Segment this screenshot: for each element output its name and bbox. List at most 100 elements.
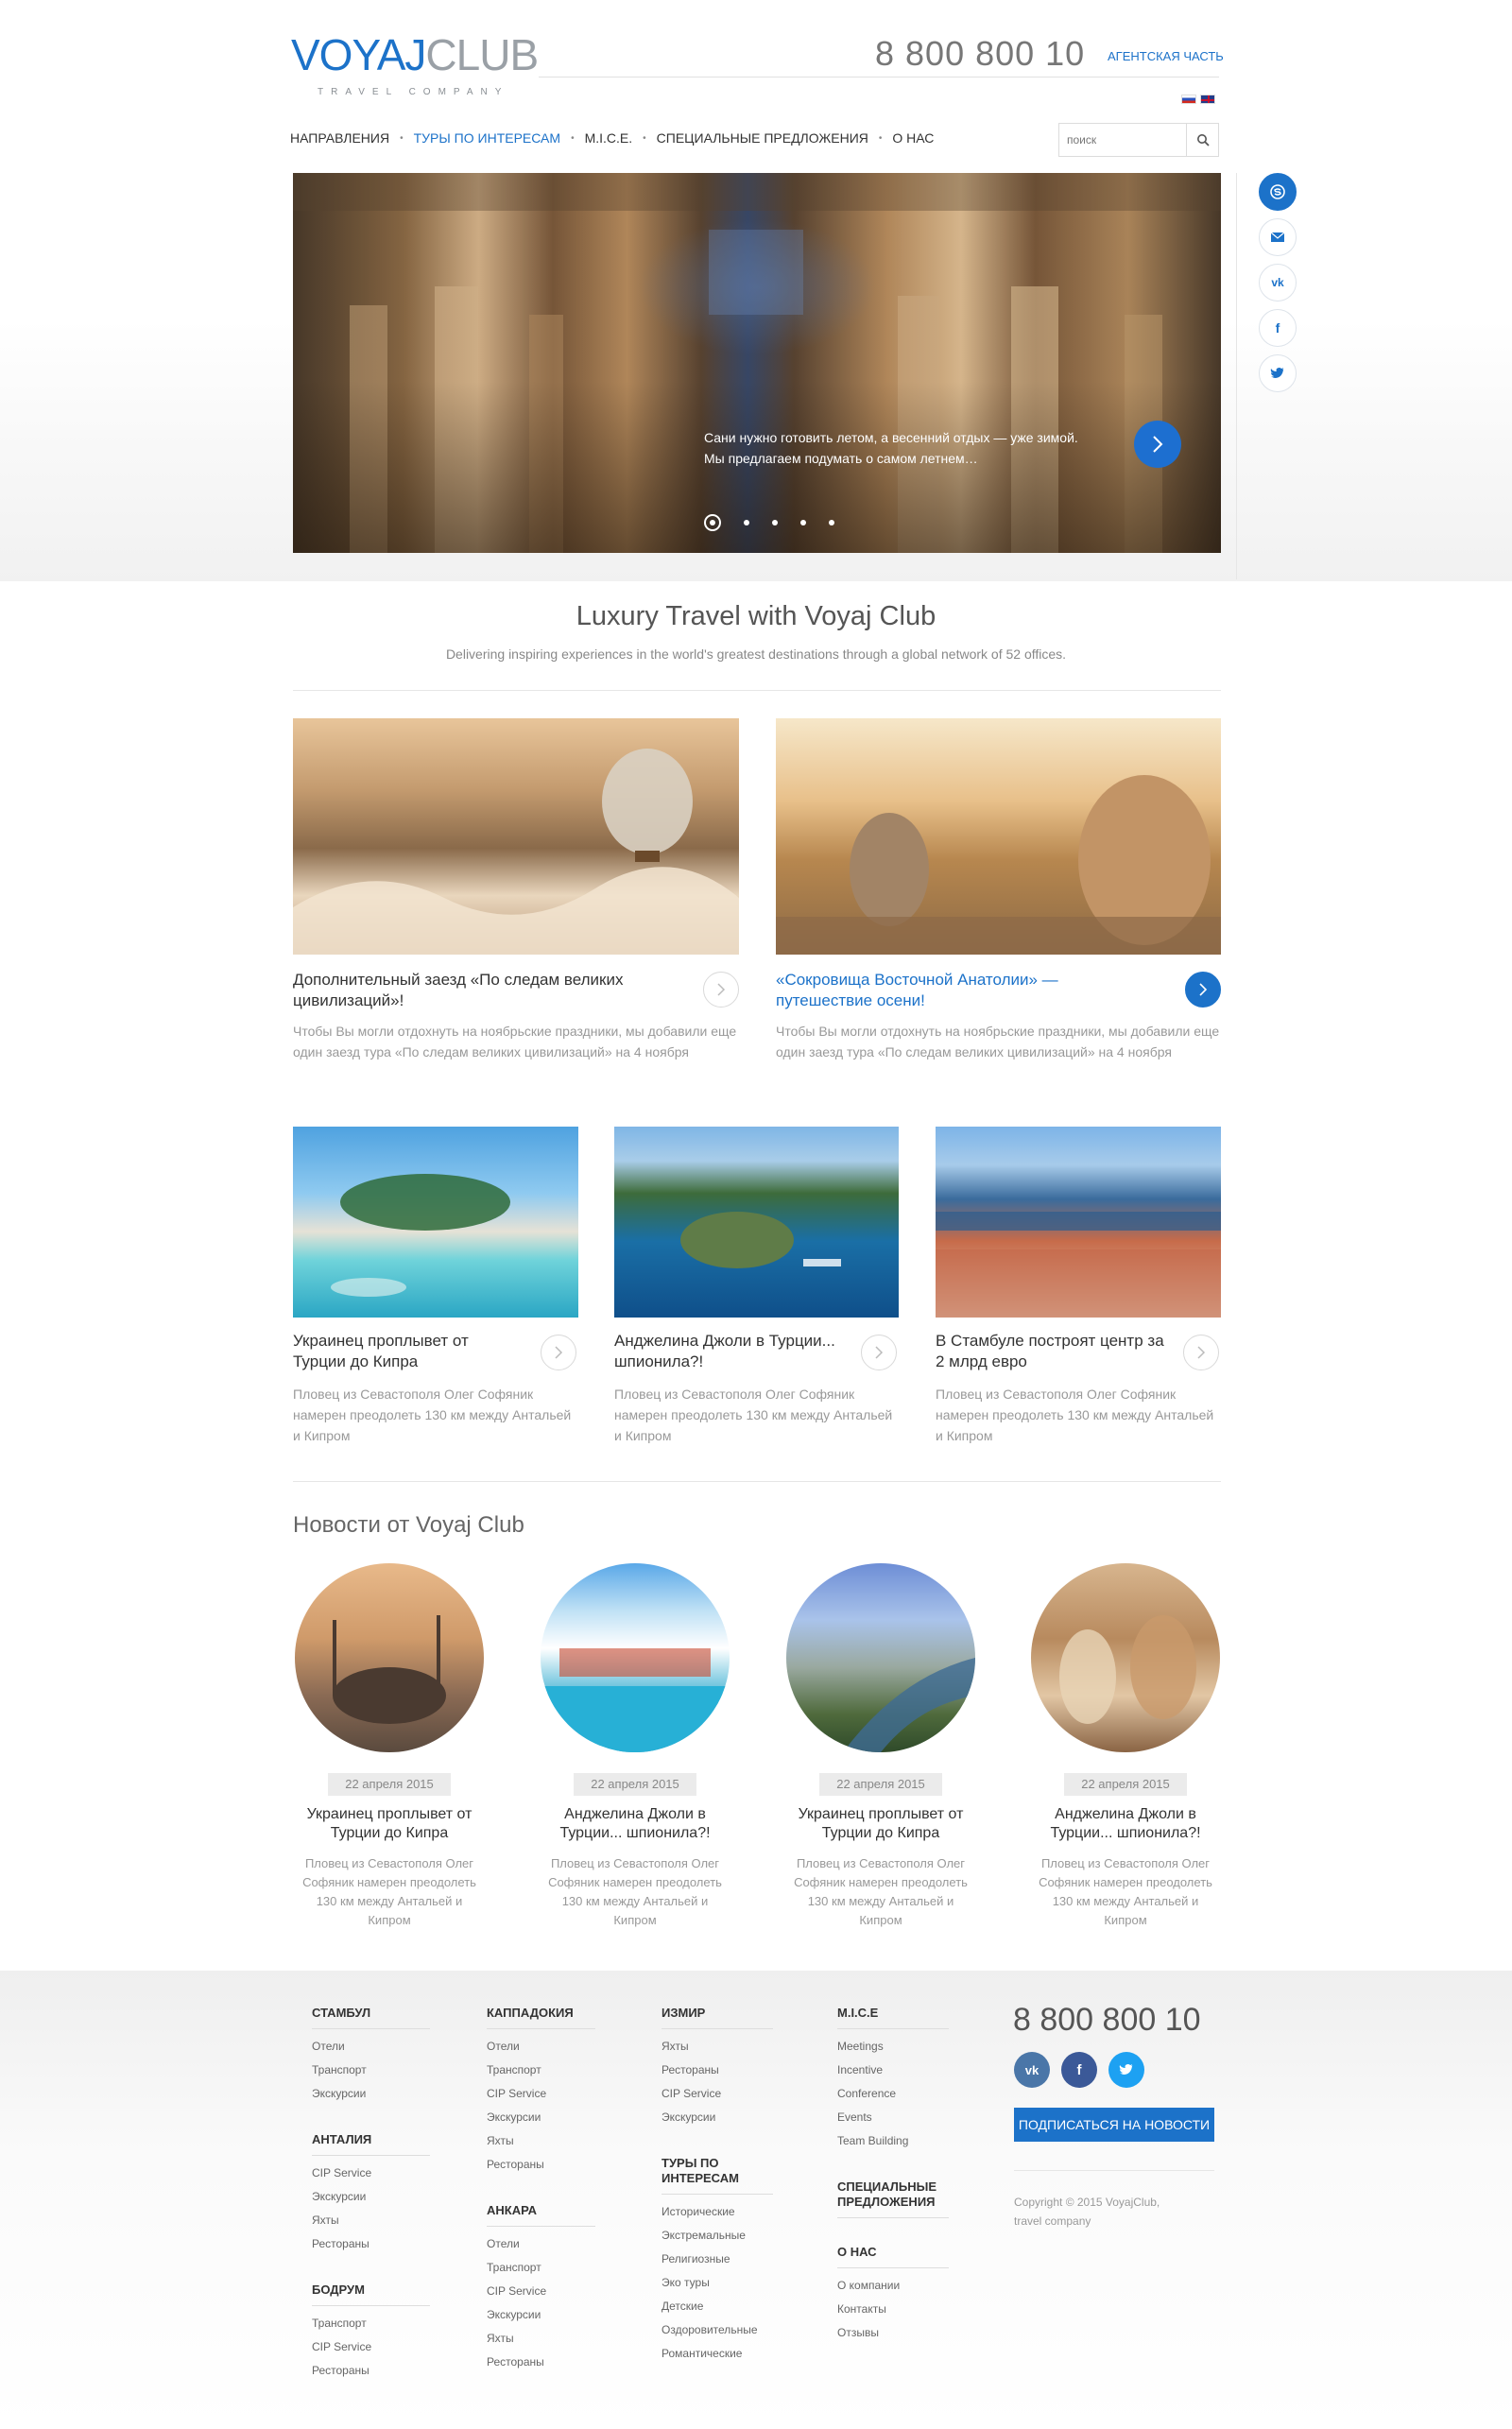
footer-link[interactable]: Детские [662,2295,773,2318]
footer-link[interactable]: Conference [837,2082,949,2106]
footer-link[interactable]: Эко туры [662,2271,773,2295]
search-input[interactable] [1067,131,1180,148]
footer-link[interactable]: Отели [487,2035,595,2059]
footer-link[interactable]: Events [837,2106,949,2129]
feature-title[interactable]: «Сокровища Восточной Анатолии» — путешес… [776,970,1135,1011]
feature-image-cappadocia[interactable] [293,718,739,955]
logo[interactable]: VOYAJCLUB [291,28,539,81]
footer-facebook-button[interactable]: f [1061,2052,1097,2088]
feature-image-nemrut[interactable] [776,718,1221,955]
nav-item-about[interactable]: О НАС [892,130,934,146]
slider-dot[interactable] [829,520,834,525]
footer-twitter-button[interactable] [1108,2052,1144,2088]
search-button[interactable] [1186,124,1218,156]
nav-item-special-offers[interactable]: СПЕЦИАЛЬНЫЕ ПРЕДЛОЖЕНИЯ [657,130,868,146]
footer-link[interactable]: О компании [837,2274,949,2298]
card-image-bay[interactable] [614,1127,899,1318]
footer-link[interactable]: CIP Service [312,2335,430,2359]
footer-link[interactable]: Экстремальные [662,2224,773,2248]
footer-link[interactable]: Экскурсии [312,2082,430,2106]
footer-link[interactable]: Транспорт [312,2312,430,2335]
card-title[interactable]: Украинец проплывет от Турции до Кипра [293,1331,510,1372]
footer-link[interactable]: Транспорт [312,2059,430,2082]
footer-link[interactable]: Рестораны [487,2153,595,2177]
footer-link[interactable]: Транспорт [487,2256,595,2280]
footer-link[interactable]: Рестораны [312,2232,430,2256]
card-title[interactable]: Анджелина Джоли в Турции... шпионила?! [614,1331,860,1372]
card-more-button[interactable] [861,1335,897,1370]
twitter-button[interactable] [1259,354,1297,392]
footer-link[interactable]: CIP Service [312,2162,430,2185]
english-flag-icon[interactable] [1200,95,1215,104]
footer-heading[interactable]: О НАС [837,2245,949,2268]
footer-link[interactable]: Incentive [837,2059,949,2082]
hero-next-button[interactable] [1134,421,1181,468]
footer-link[interactable]: CIP Service [487,2280,595,2303]
footer-link[interactable]: Транспорт [487,2059,595,2082]
footer-link[interactable]: Экскурсии [487,2106,595,2129]
footer-link[interactable]: Экскурсии [312,2185,430,2209]
footer-heading[interactable]: СПЕЦИАЛЬНЫЕ ПРЕДЛОЖЕНИЯ [837,2179,949,2218]
skype-button[interactable] [1259,173,1297,211]
footer-link[interactable]: Оздоровительные [662,2318,773,2342]
footer-heading[interactable]: СТАМБУЛ [312,2006,430,2029]
footer-link[interactable]: Отели [487,2232,595,2256]
feature-more-button[interactable] [1185,972,1221,1008]
footer-link[interactable]: Рестораны [312,2359,430,2383]
footer-heading[interactable]: M.I.C.E [837,2006,949,2029]
feature-more-button[interactable] [703,972,739,1008]
footer-link[interactable]: Исторические [662,2200,773,2224]
footer-link[interactable]: Meetings [837,2035,949,2059]
facebook-button[interactable]: f [1259,309,1297,347]
news-title[interactable]: Анджелина Джоли в Турции... шпионила?! [1031,1805,1220,1843]
news-image-bosphorus[interactable] [786,1563,975,1752]
card-image-istanbul[interactable] [936,1127,1221,1318]
card-more-button[interactable] [1183,1335,1219,1370]
footer-heading[interactable]: КАППАДОКИЯ [487,2006,595,2029]
slider-dot[interactable] [744,520,749,525]
footer-heading[interactable]: АНКАРА [487,2203,595,2227]
vk-button[interactable]: vk [1259,264,1297,301]
footer-link[interactable]: Рестораны [487,2351,595,2374]
footer-heading[interactable]: ИЗМИР [662,2006,773,2029]
mail-button[interactable] [1259,218,1297,256]
footer-link[interactable]: Яхты [487,2129,595,2153]
footer-vk-button[interactable]: vk [1014,2052,1050,2088]
footer-link[interactable]: Экскурсии [662,2106,773,2129]
footer-link[interactable]: CIP Service [487,2082,595,2106]
footer-link[interactable]: Отели [312,2035,430,2059]
footer-link[interactable]: Контакты [837,2298,949,2321]
footer-link[interactable]: Яхты [312,2209,430,2232]
card-title[interactable]: В Стамбуле построят центр за 2 млрд евро [936,1331,1172,1372]
news-image-hotel[interactable] [541,1563,730,1752]
feature-title[interactable]: Дополнительный заезд «По следам великих … [293,970,671,1011]
news-title[interactable]: Украинец проплывет от Турции до Кипра [295,1805,484,1843]
footer-link[interactable]: Религиозные [662,2248,773,2271]
news-image-cappadocia[interactable] [1031,1563,1220,1752]
card-more-button[interactable] [541,1335,576,1370]
nav-item-mice[interactable]: M.I.C.E. [585,130,633,146]
card-image-beach[interactable] [293,1127,578,1318]
footer-link[interactable]: Яхты [662,2035,773,2059]
footer-link[interactable]: Team Building [837,2129,949,2153]
news-title[interactable]: Украинец проплывет от Турции до Кипра [786,1805,975,1843]
news-title[interactable]: Анджелина Джоли в Турции... шпионила?! [541,1805,730,1843]
russian-flag-icon[interactable] [1181,95,1196,104]
slider-dot[interactable] [800,520,806,525]
footer-link[interactable]: Отзывы [837,2321,949,2345]
slider-dot-active[interactable] [704,514,721,531]
agency-link[interactable]: АГЕНТСКАЯ ЧАСТЬ [1108,49,1224,63]
subscribe-button[interactable]: ПОДПИСАТЬСЯ НА НОВОСТИ [1014,2108,1214,2142]
footer-link[interactable]: CIP Service [662,2082,773,2106]
footer-heading[interactable]: АНТАЛИЯ [312,2132,430,2156]
nav-item-interest-tours[interactable]: ТУРЫ ПО ИНТЕРЕСАМ [414,130,560,146]
nav-item-destinations[interactable]: НАПРАВЛЕНИЯ [290,130,389,146]
footer-link[interactable]: Яхты [487,2327,595,2351]
news-image-mosque[interactable] [295,1563,484,1752]
footer-link[interactable]: Рестораны [662,2059,773,2082]
footer-heading[interactable]: ТУРЫ ПО ИНТЕРЕСАМ [662,2156,773,2195]
footer-link[interactable]: Романтические [662,2342,773,2366]
footer-heading[interactable]: БОДРУМ [312,2283,430,2306]
slider-dot[interactable] [772,520,778,525]
footer-link[interactable]: Экскурсии [487,2303,595,2327]
